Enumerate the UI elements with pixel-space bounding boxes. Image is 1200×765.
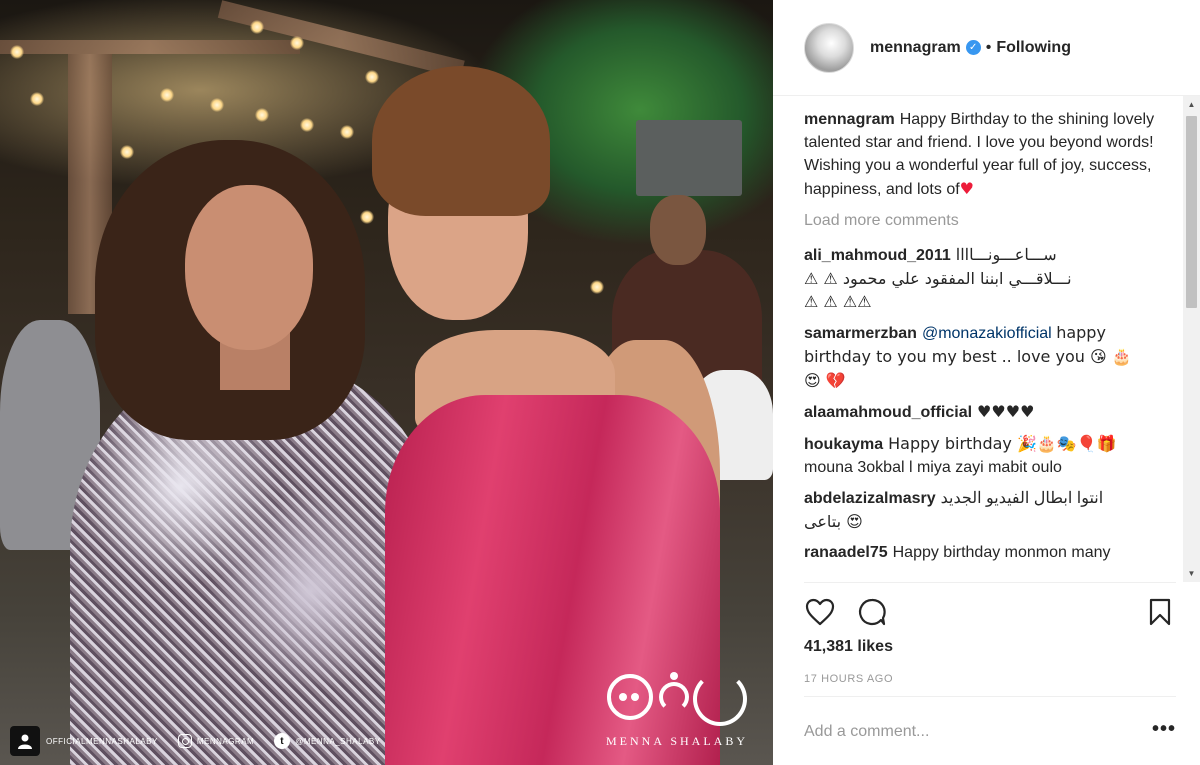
twitter-icon: t <box>274 733 291 749</box>
credit-label: @MENNA_SHALABY <box>295 736 381 746</box>
comment-item: samarmerzban @monazakiofficial happy birt… <box>804 321 1176 392</box>
comment-item: ali_mahmoud_2011 ســـاعـــونـــاااا نـــل… <box>804 244 1176 313</box>
watermark-logo: MENNA SHALABY <box>596 668 758 749</box>
stage-speaker <box>636 120 742 196</box>
comment-button[interactable] <box>856 596 888 628</box>
comments-scrollbar[interactable]: ▲ ▼ <box>1183 96 1200 582</box>
post-side-panel: mennagram ✓ • Following mennagram Happy B… <box>773 0 1200 765</box>
comment-item: ranaadel75 Happy birthday monmon many <box>804 541 1176 564</box>
comment-text: Happy birthday 🎉🎂🎭🎈🎁 <box>888 434 1117 453</box>
comment-username[interactable]: samarmerzban <box>804 325 917 342</box>
comment-text: ⚠ ⚠ ⚠⚠ <box>804 292 872 311</box>
comment-text: ســـاعـــونـــاااا <box>955 247 1057 264</box>
bookmark-icon <box>1149 598 1171 626</box>
likes-count[interactable]: 41,381 likes <box>804 638 893 656</box>
post-photo[interactable]: MENNA SHALABY OFFICIALMENNASHALABY MENNA… <box>0 0 773 765</box>
watermark-text: MENNA SHALABY <box>605 734 748 748</box>
post-header: mennagram ✓ • Following <box>773 0 1200 96</box>
string-light <box>120 145 134 159</box>
caption-username[interactable]: mennagram <box>804 111 895 128</box>
comment-item: abdelazizalmasry انتوا ابطال الفيديو الجد… <box>804 487 1176 533</box>
following-button[interactable]: Following <box>996 39 1071 57</box>
comment-item: alaamahmoud_official ♥♥♥♥ <box>804 400 1176 424</box>
credit-label: MENNAGRAM <box>196 736 255 746</box>
string-light <box>255 108 269 122</box>
comment-text: انتوا ابطال الفيديو الجديد <box>940 490 1104 507</box>
scroll-down-icon[interactable]: ▼ <box>1183 565 1200 582</box>
user-square-icon <box>10 726 40 756</box>
string-light <box>30 92 44 106</box>
comment-username[interactable]: houkayma <box>804 436 883 453</box>
string-light <box>250 20 264 34</box>
comment-mention-link[interactable]: @monazakiofficial <box>922 325 1052 342</box>
comment-username[interactable]: abdelazizalmasry <box>804 490 936 507</box>
string-light <box>290 36 304 50</box>
photo-credits: OFFICIALMENNASHALABY MENNAGRAM t @MENNA_… <box>10 725 395 757</box>
comment-text: ♥♥♥♥ <box>977 402 1035 421</box>
scroll-up-icon[interactable]: ▲ <box>1183 96 1200 113</box>
comment-username[interactable]: alaamahmoud_official <box>804 404 972 421</box>
comment-text: mouna 3okbal l miya zayi mabit oulo <box>804 459 1062 476</box>
post-actions <box>804 594 1176 630</box>
face <box>185 185 313 350</box>
heart-icon <box>805 598 835 626</box>
divider <box>804 696 1176 697</box>
add-comment-input[interactable] <box>804 714 1124 750</box>
stage-truss-left <box>0 40 300 54</box>
credit-label: OFFICIALMENNASHALABY <box>46 736 158 746</box>
divider <box>804 582 1176 583</box>
watermark-symbol <box>601 668 753 730</box>
comment-text: بتاعى 😍 <box>804 512 863 531</box>
caption: mennagram Happy Birthday to the shining l… <box>804 108 1176 201</box>
string-light <box>210 98 224 112</box>
more-options-icon[interactable]: ••• <box>1151 719 1177 746</box>
comment-icon <box>858 598 886 626</box>
caption-text-line2: Wishing you a wonderful year full of joy… <box>804 154 1176 201</box>
short-hair <box>372 66 550 216</box>
comments-list[interactable]: mennagram Happy Birthday to the shining l… <box>804 108 1176 582</box>
string-light <box>160 88 174 102</box>
verified-badge-icon: ✓ <box>965 40 981 55</box>
comment-text: Happy birthday monmon many <box>892 544 1111 561</box>
instagram-icon <box>177 734 192 748</box>
string-light <box>300 118 314 132</box>
string-light <box>10 45 24 59</box>
string-light <box>340 125 354 139</box>
string-light <box>365 70 379 84</box>
comment-item: houkayma Happy birthday 🎉🎂🎭🎈🎁 mouna 3okba… <box>804 432 1176 479</box>
header-separator: • <box>985 38 992 56</box>
credit-instagram: MENNAGRAM <box>177 734 255 748</box>
credit-twitter: t @MENNA_SHALABY <box>274 733 380 749</box>
comment-text: 😍 💔 <box>804 371 846 390</box>
load-more-comments-link[interactable]: Load more comments <box>804 209 1176 232</box>
like-button[interactable] <box>804 596 836 628</box>
scrollbar-thumb[interactable] <box>1186 116 1197 308</box>
comment-username[interactable]: ali_mahmoud_2011 <box>804 247 951 264</box>
credit-facebook: OFFICIALMENNASHALABY <box>46 737 158 746</box>
avatar[interactable] <box>804 22 854 73</box>
post-timestamp[interactable]: 17 HOURS AGO <box>804 673 893 685</box>
save-button[interactable] <box>1144 596 1176 628</box>
caption-text: Wishing you a wonderful year full of joy… <box>804 157 1152 198</box>
header-username[interactable]: mennagram <box>870 39 961 57</box>
background-person <box>650 195 706 265</box>
string-light <box>590 280 604 294</box>
comment-text: نـــلاقـــي ابننا المفقود علي محمود ⚠ ⚠ <box>804 269 1072 288</box>
comment-username[interactable]: ranaadel75 <box>804 544 888 561</box>
string-light <box>360 210 374 224</box>
heart-emoji: ♥ <box>959 179 975 198</box>
